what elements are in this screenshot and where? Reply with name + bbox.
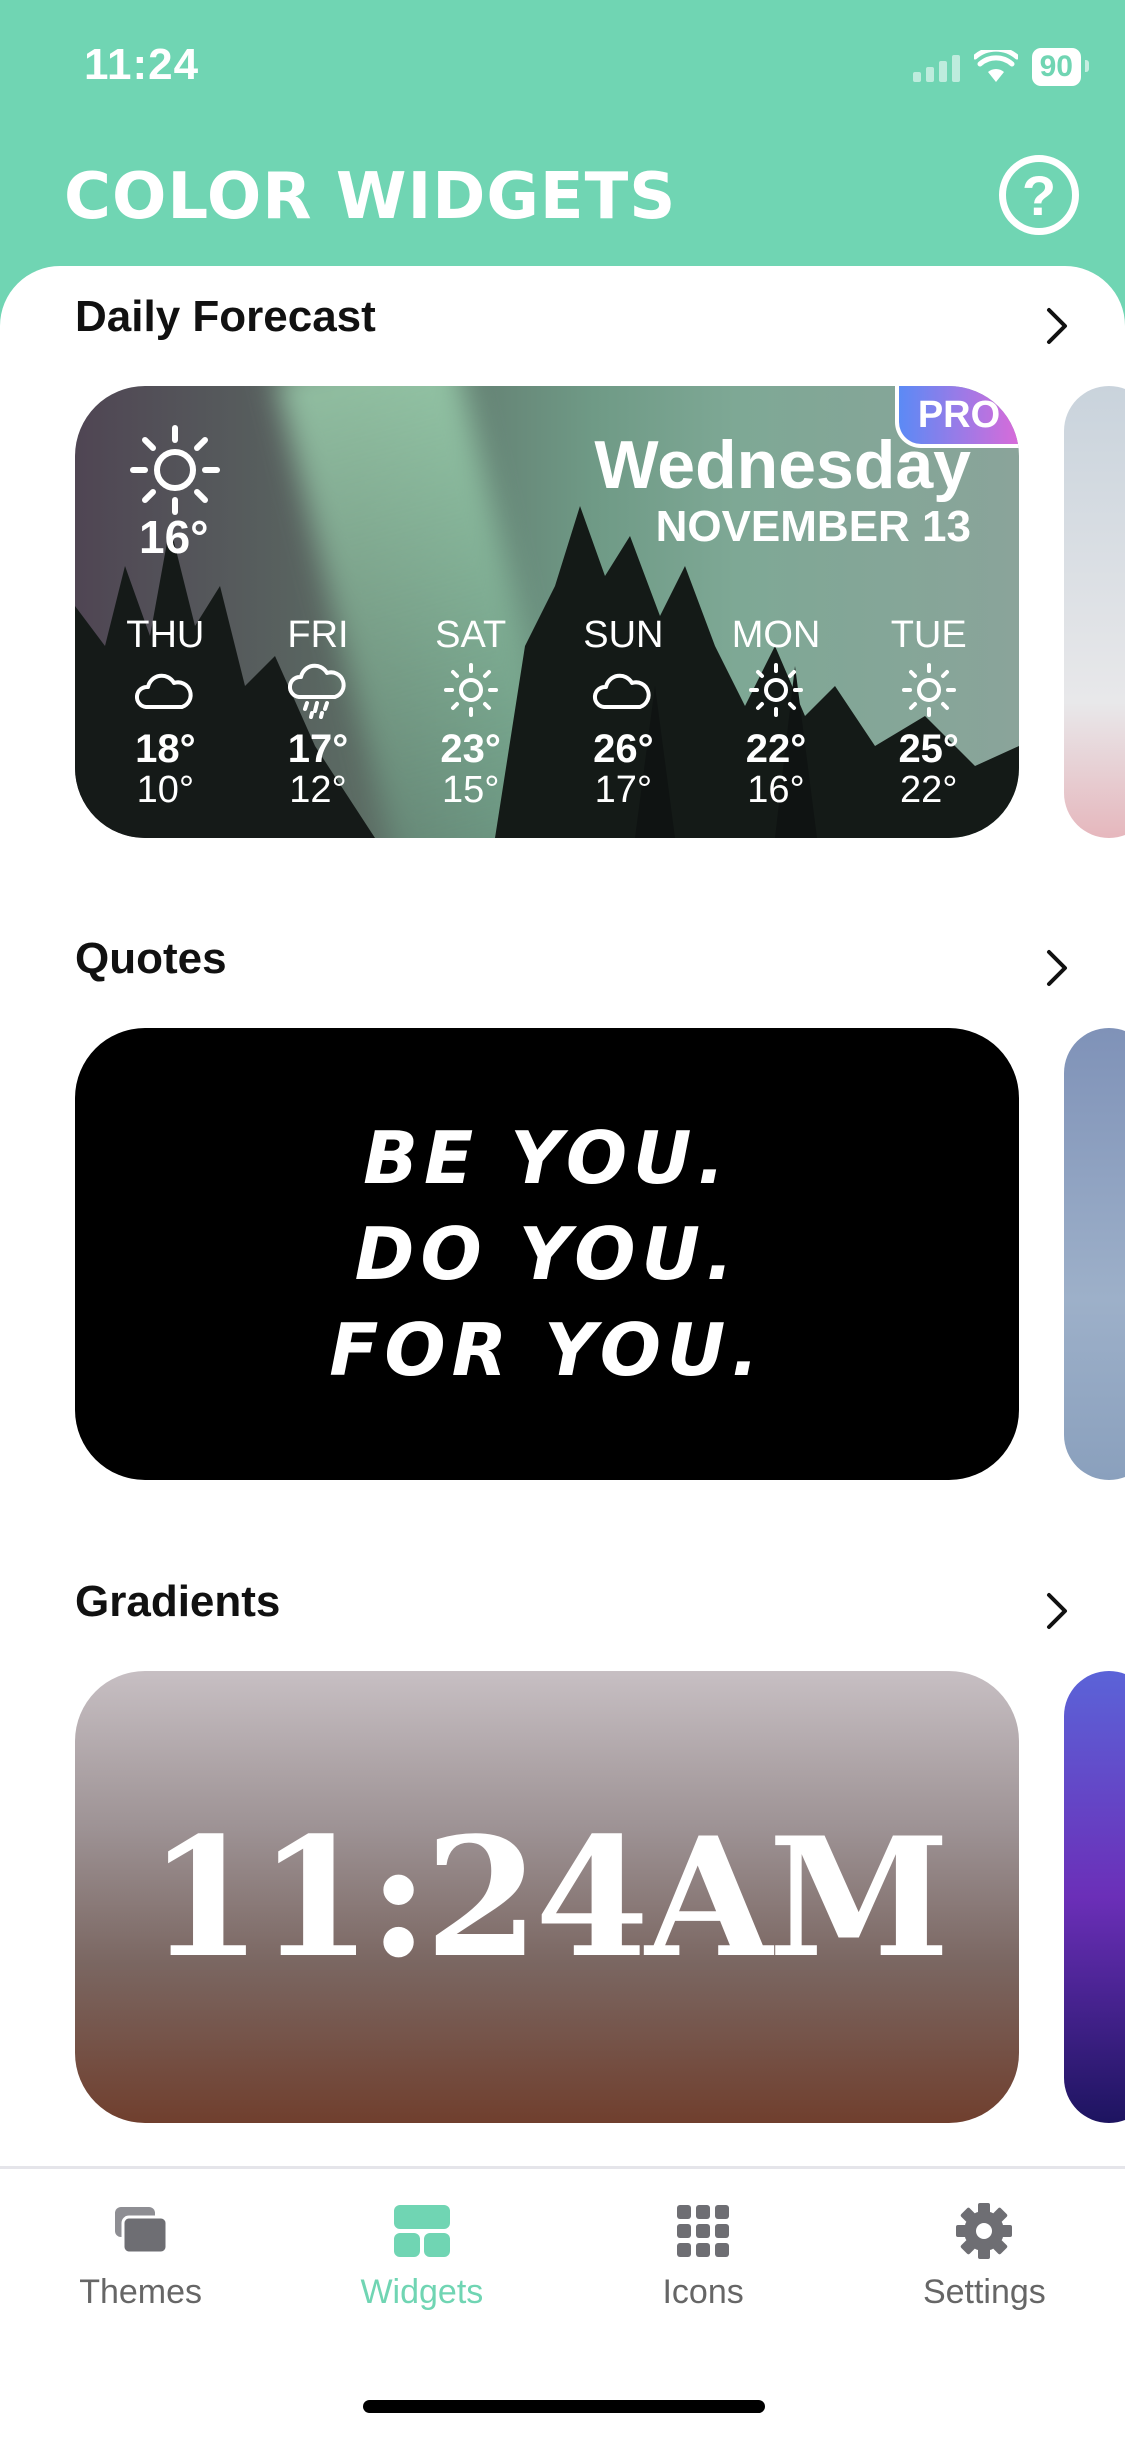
forecast-high-temp: 23° (440, 727, 501, 771)
gear-icon (956, 2203, 1013, 2259)
widgets-icon (393, 2205, 450, 2257)
quote-widget-card[interactable]: BE YOU. DO YOU. FOR YOU. (75, 1028, 1019, 1480)
sun-icon (901, 663, 956, 717)
weather-date: NOVEMBER 13 (655, 502, 971, 551)
tab-label: Themes (79, 2273, 203, 2311)
widget-list[interactable]: Daily Forecast PRO Wednesday NOVEMBER 13 (0, 266, 1125, 2166)
section-title: Daily Forecast (75, 292, 376, 341)
tab-label: Widgets (360, 2273, 484, 2311)
gradient-clock-widget-card[interactable]: 11:24AM (75, 1671, 1019, 2123)
forecast-low-temp: 22° (899, 769, 958, 811)
themes-icon (114, 2207, 169, 2255)
forecast-days: THU 18° 10° FRI 17° 12° SAT 23° 15° SUN 26° 17° MON 2… (89, 614, 1005, 810)
section-title: Quotes (75, 934, 227, 983)
tab-widgets[interactable]: Widgets (281, 2199, 562, 2312)
next-weather-widget-preview[interactable] (1064, 386, 1125, 838)
weather-day: Wednesday (594, 427, 971, 503)
forecast-low-temp: 12° (289, 769, 347, 811)
forecast-day-name: SAT (435, 614, 507, 656)
forecast-day: FRI 17° 12° (242, 614, 395, 810)
status-indicators: 90 (912, 48, 1090, 86)
battery-indicator: 90 (1031, 48, 1090, 86)
chevron-right-icon[interactable] (1037, 948, 1077, 988)
forecast-day: SAT 23° 15° (394, 614, 547, 810)
forecast-low-temp: 17° (594, 769, 653, 811)
quote-line: DO YOU. (354, 1212, 740, 1296)
next-gradient-widget-preview[interactable] (1064, 1671, 1125, 2123)
cellular-signal-icon (912, 52, 960, 82)
forecast-high-temp: 26° (593, 727, 654, 771)
quote-line: FOR YOU. (329, 1308, 765, 1392)
tab-icons[interactable]: Icons (563, 2199, 844, 2312)
app-title: COLOR WIDGETS (64, 160, 677, 234)
rain-icon (288, 663, 346, 719)
forecast-day: TUE 25° 22° (852, 614, 1005, 810)
forecast-high-temp: 18° (135, 727, 196, 771)
quote-line: BE YOU. (363, 1116, 731, 1200)
forecast-day: MON 22° 16° (700, 614, 853, 810)
forecast-low-temp: 16° (747, 769, 805, 811)
forecast-low-temp: 15° (441, 769, 500, 811)
help-button[interactable]: ? (999, 155, 1079, 235)
forecast-day-name: TUE (890, 614, 967, 656)
cloud-icon (593, 673, 651, 709)
cloud-icon (135, 673, 193, 709)
tab-themes[interactable]: Themes (0, 2199, 281, 2312)
status-bar: 11:24 90 (0, 0, 1125, 130)
chevron-right-icon[interactable] (1037, 1591, 1077, 1631)
forecast-day-name: FRI (287, 614, 349, 656)
tab-bar: Themes Widgets Icons Settings (0, 2166, 1125, 2439)
forecast-day: THU 18° 10° (89, 614, 242, 810)
home-indicator (363, 2400, 765, 2413)
next-quote-widget-preview[interactable] (1064, 1028, 1125, 1480)
chevron-right-icon[interactable] (1037, 306, 1077, 346)
forecast-high-temp: 22° (745, 727, 807, 771)
gradient-clock-time: 11:24AM (148, 1800, 950, 1994)
forecast-day: SUN 26° 17° (547, 614, 700, 810)
forecast-day-name: THU (126, 614, 205, 656)
weather-widget-card[interactable]: PRO Wednesday NOVEMBER 13 16° THU 18° 10° F… (75, 386, 1019, 838)
wifi-icon (973, 50, 1018, 82)
sun-icon (749, 663, 804, 717)
forecast-day-name: SUN (583, 614, 664, 656)
sun-icon (443, 663, 498, 717)
sun-icon (130, 425, 220, 515)
forecast-low-temp: 10° (136, 769, 195, 811)
forecast-day-name: MON (731, 614, 821, 656)
forecast-high-temp: 25° (898, 727, 959, 771)
tab-label: Settings (922, 2273, 1046, 2311)
section-title: Gradients (75, 1577, 281, 1626)
icons-grid-icon (677, 2205, 730, 2257)
current-temperature: 16° (139, 511, 209, 563)
tab-settings[interactable]: Settings (844, 2199, 1125, 2312)
status-time: 11:24 (84, 40, 200, 89)
forecast-high-temp: 17° (287, 727, 349, 771)
tab-label: Icons (662, 2273, 744, 2311)
